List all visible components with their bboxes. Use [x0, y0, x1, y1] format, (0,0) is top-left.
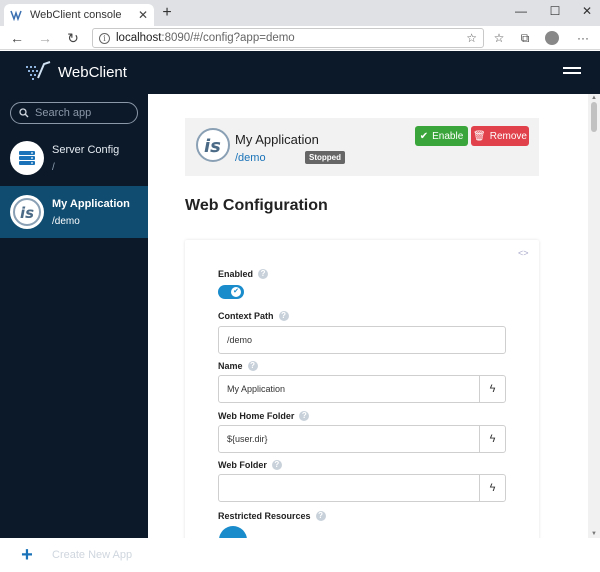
enable-button[interactable]: ✔ Enable [415, 126, 468, 146]
help-icon[interactable]: ? [271, 460, 282, 470]
sidebar-item-server-config[interactable]: Server Config / [0, 132, 148, 184]
trash-icon: 🗑 [473, 130, 486, 142]
code-view-icon[interactable]: <> [518, 248, 529, 258]
sidebar-item-label: Server Config [52, 143, 120, 156]
lightning-icon[interactable]: ϟ [479, 376, 505, 402]
brand-name: WebClient [58, 63, 127, 81]
scroll-down-icon[interactable]: ▼ [591, 531, 597, 537]
restricted-resources-label: Restricted Resources? [218, 511, 326, 521]
is-logo-icon: is [10, 195, 44, 229]
web-folder-label: Web Folder? [218, 460, 282, 470]
webclient-logo-icon [26, 61, 51, 80]
window-close-button[interactable]: ✕ [576, 2, 598, 20]
server-icon [10, 141, 44, 175]
profile-avatar[interactable] [545, 31, 559, 45]
web-folder-input[interactable]: ϟ [218, 474, 506, 502]
svg-text:is: is [20, 204, 34, 222]
hamburger-menu-icon[interactable] [563, 67, 581, 79]
brand: WebClient [24, 60, 127, 84]
minimize-button[interactable]: — [510, 2, 532, 20]
tab-title: WebClient console [30, 9, 122, 21]
forward-arrow-icon[interactable]: → [36, 29, 54, 47]
search-icon [19, 108, 29, 118]
help-icon[interactable]: ? [315, 511, 326, 521]
create-new-app-button[interactable]: + Create New App [10, 538, 132, 572]
app-title: My Application [235, 132, 319, 147]
maximize-button[interactable]: ☐ [544, 2, 566, 20]
sidebar-item-label: My Application [52, 197, 130, 210]
scrollbar-thumb[interactable] [591, 102, 597, 132]
page-title: Web Configuration [185, 197, 328, 214]
main-content: is My Application /demo Stopped ✔ Enable… [148, 94, 588, 538]
app-context-link[interactable]: /demo [235, 152, 266, 164]
add-resource-button[interactable] [219, 526, 247, 538]
context-path-input[interactable]: /demo [218, 326, 506, 354]
remove-button[interactable]: 🗑 Remove [471, 126, 529, 146]
name-value[interactable]: My Application [219, 376, 479, 402]
lightning-icon[interactable]: ϟ [479, 475, 505, 501]
webclient-app: WebClient Server Config / [0, 51, 600, 572]
scroll-up-icon[interactable]: ▲ [591, 95, 597, 101]
new-tab-button[interactable]: + [158, 4, 176, 22]
enabled-toggle[interactable]: ✔ [218, 285, 244, 299]
favorite-star-icon[interactable]: ☆ [466, 31, 477, 45]
lightning-icon[interactable]: ϟ [479, 426, 505, 452]
back-arrow-icon[interactable]: ← [8, 29, 26, 47]
sidebar-item-my-application[interactable]: is My Application /demo [0, 186, 148, 238]
is-logo-icon: is [196, 128, 230, 162]
help-icon[interactable]: ? [278, 311, 289, 321]
status-badge: Stopped [305, 151, 345, 164]
help-icon[interactable]: ? [247, 361, 258, 371]
reload-icon[interactable]: ↻ [64, 29, 82, 47]
app-header: is My Application /demo Stopped ✔ Enable… [185, 118, 539, 176]
search-box[interactable] [10, 102, 138, 124]
context-path-label: Context Path? [218, 311, 289, 321]
browser-tab[interactable]: WebClient console ✕ [4, 4, 154, 26]
help-icon[interactable]: ? [299, 411, 310, 421]
address-url[interactable]: localhost:8090/#/config?app=demo [116, 32, 466, 44]
scrollbar[interactable]: ▲ ▼ [588, 94, 600, 538]
browser-toolbar: ← → ↻ i localhost:8090/#/config?app=demo… [0, 26, 600, 50]
sidebar: Server Config / is My Application /demo … [0, 94, 148, 572]
more-menu-icon[interactable]: ··· [574, 29, 592, 47]
name-label: Name? [218, 361, 258, 371]
sidebar-item-path: / [52, 161, 55, 173]
address-bar[interactable]: i localhost:8090/#/config?app=demo ☆ [92, 28, 484, 48]
help-icon[interactable]: ? [258, 269, 269, 279]
name-input[interactable]: My Application ϟ [218, 375, 506, 403]
collections-icon[interactable]: ⧉ [516, 29, 534, 47]
plus-icon: + [10, 538, 44, 572]
check-icon: ✔ [231, 287, 241, 297]
enabled-label: Enabled? [218, 269, 269, 279]
webclient-favicon-icon [10, 9, 22, 21]
create-new-app-label: Create New App [52, 549, 133, 561]
tab-close-icon[interactable]: ✕ [138, 8, 148, 22]
favorites-icon[interactable]: ☆ [490, 29, 508, 47]
svg-text:is: is [204, 136, 221, 157]
site-info-icon[interactable]: i [99, 32, 110, 44]
sidebar-item-path: /demo [52, 215, 80, 227]
web-home-folder-label: Web Home Folder? [218, 411, 310, 421]
web-home-folder-value[interactable]: ${user.dir} [219, 426, 479, 452]
config-form-card: <> Enabled? ✔ Context Path? /demo Name? … [185, 240, 539, 538]
browser-tab-bar: WebClient console ✕ + — ☐ ✕ [0, 0, 600, 26]
web-folder-value[interactable] [219, 475, 479, 501]
search-input[interactable] [35, 107, 125, 119]
check-icon: ✔ [419, 130, 429, 142]
web-home-folder-input[interactable]: ${user.dir} ϟ [218, 425, 506, 453]
app-topbar: WebClient [0, 51, 600, 94]
